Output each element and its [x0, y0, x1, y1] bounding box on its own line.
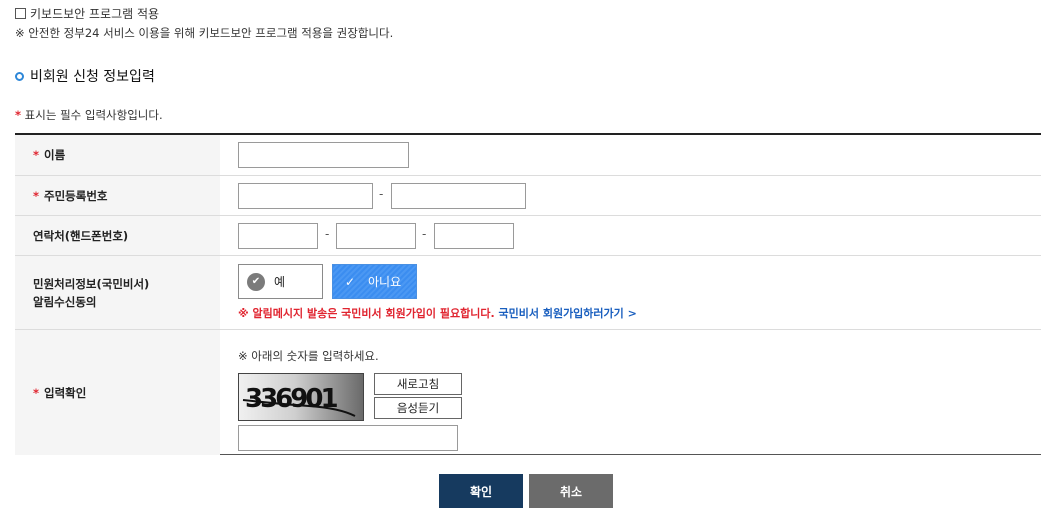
consent-yes-label: 예 [274, 275, 286, 289]
consent-no-option[interactable]: ✓ 아니요 [332, 264, 417, 299]
applicant-form: * 이름 * 주민등록번호 - 연락처(핸드폰번호) - - 민원처리정보(국민… [15, 133, 1041, 455]
form-row-consent: 민원처리정보(국민비서) 알림수신동의 ✔ 예 ✓ 아니요 ※ 알림메시지 발송… [15, 256, 1041, 330]
captcha-image: 336901 [238, 373, 364, 421]
required-mark: * [33, 385, 40, 400]
rrn-label-text: 주민등록번호 [44, 188, 108, 203]
captcha-label: * 입력확인 [15, 330, 220, 455]
cancel-button[interactable]: 취소 [529, 474, 613, 508]
required-mark: * [33, 188, 40, 203]
consent-label-text: 민원처리정보(국민비서) 알림수신동의 [33, 275, 149, 311]
required-note-text: 표시는 필수 입력사항입니다. [24, 108, 163, 122]
section-title: 비회원 신청 정보입력 [15, 66, 155, 86]
form-row-name: * 이름 [15, 135, 1041, 176]
phone-label-text: 연락처(핸드폰번호) [33, 228, 129, 243]
keyboard-security-option[interactable]: 키보드보안 프로그램 적용 [15, 5, 159, 22]
rrn-dash: - [379, 187, 384, 201]
captcha-note: ※ 아래의 숫자를 입력하세요. [238, 349, 379, 363]
check-circle-icon: ✔ [247, 272, 265, 291]
required-mark: * [33, 148, 40, 162]
phone-part2-input[interactable] [336, 223, 416, 249]
rrn-second-input[interactable] [391, 183, 526, 209]
confirm-button[interactable]: 확인 [439, 474, 523, 508]
captcha-refresh-button[interactable]: 새로고침 [374, 373, 462, 395]
form-row-phone: 연락처(핸드폰번호) - - [15, 216, 1041, 256]
check-icon: ✓ [344, 274, 356, 289]
phone-part3-input[interactable] [434, 223, 514, 249]
keyboard-security-checkbox[interactable] [15, 8, 26, 19]
captcha-input[interactable] [238, 425, 458, 451]
captcha-audio-button[interactable]: 음성듣기 [374, 397, 462, 419]
form-row-captcha: * 입력확인 ※ 아래의 숫자를 입력하세요. 336901 새로고침 음성듣기 [15, 330, 1041, 455]
consent-label-line1: 민원처리정보(국민비서) [33, 276, 150, 291]
required-note: * 표시는 필수 입력사항입니다. [15, 107, 163, 123]
circle-bullet-icon [15, 71, 24, 81]
kukmin-secretary-join-link[interactable]: 국민비서 회원가입하러가기 > [499, 307, 637, 320]
captcha-label-text: 입력확인 [44, 385, 87, 400]
keyboard-security-note: ※ 안전한 정부24 서비스 이용을 위해 키보드보안 프로그램 적용을 권장합… [15, 26, 394, 40]
phone-part1-input[interactable] [238, 223, 318, 249]
captcha-image-text: 336901 [245, 384, 337, 414]
name-label-text: 이름 [44, 148, 66, 162]
phone-dash-1: - [325, 227, 330, 241]
consent-no-label: 아니요 [368, 275, 402, 289]
consent-label: 민원처리정보(국민비서) 알림수신동의 [15, 256, 220, 329]
consent-label-line2: 알림수신동의 [33, 294, 97, 309]
name-input[interactable] [238, 142, 409, 168]
rrn-first-input[interactable] [238, 183, 373, 209]
rrn-label: * 주민등록번호 [15, 176, 220, 215]
phone-label: 연락처(핸드폰번호) [15, 216, 220, 255]
required-mark: * [15, 108, 22, 122]
consent-alert: ※ 알림메시지 발송은 국민비서 회원가입이 필요합니다. 국민비서 회원가입하… [238, 305, 637, 321]
consent-alert-text: ※ 알림메시지 발송은 국민비서 회원가입이 필요합니다. [238, 307, 495, 320]
phone-dash-2: - [422, 227, 427, 241]
name-label: * 이름 [15, 135, 220, 175]
consent-yes-option[interactable]: ✔ 예 [238, 264, 323, 299]
section-title-text: 비회원 신청 정보입력 [30, 69, 155, 85]
keyboard-security-label: 키보드보안 프로그램 적용 [30, 7, 160, 21]
form-row-rrn: * 주민등록번호 - [15, 176, 1041, 216]
